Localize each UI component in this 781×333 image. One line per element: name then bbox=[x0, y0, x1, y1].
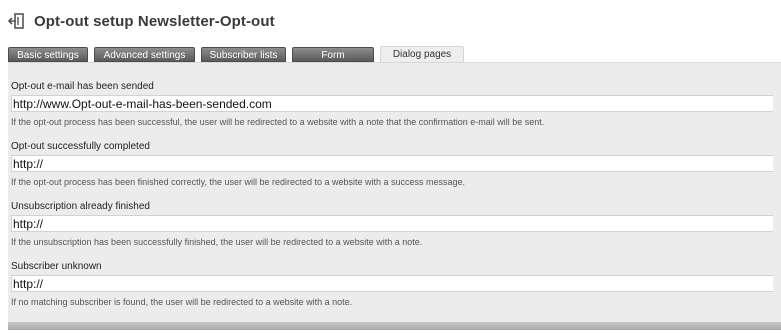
page-header: Opt-out setup Newsletter-Opt-out bbox=[7, 9, 275, 33]
subscriber-unknown-url-input[interactable] bbox=[11, 275, 773, 292]
unsubscription-finished-url-input[interactable] bbox=[11, 215, 773, 232]
field-optout-email-sended: Opt-out e-mail has been sended If the op… bbox=[11, 80, 773, 128]
tab-subscriber-lists[interactable]: Subscriber lists bbox=[201, 47, 286, 62]
optout-completed-url-input[interactable] bbox=[11, 155, 773, 172]
tab-bar: Basic settings Advanced settings Subscri… bbox=[8, 46, 470, 62]
page-title: Opt-out setup Newsletter-Opt-out bbox=[34, 12, 275, 30]
tab-dialog-pages[interactable]: Dialog pages bbox=[380, 46, 464, 62]
field-unsubscription-finished: Unsubscription already finished If the u… bbox=[11, 200, 773, 248]
field-label: Opt-out e-mail has been sended bbox=[11, 81, 154, 92]
tab-basic-settings[interactable]: Basic settings bbox=[8, 47, 88, 62]
field-hint: If no matching subscriber is found, the … bbox=[11, 296, 353, 307]
field-label: Subscriber unknown bbox=[11, 261, 102, 272]
field-hint: If the opt-out process has been finished… bbox=[11, 176, 466, 187]
tab-advanced-settings[interactable]: Advanced settings bbox=[94, 47, 195, 62]
field-label: Opt-out successfully completed bbox=[11, 141, 150, 152]
field-hint: If the unsubscription has been successfu… bbox=[11, 236, 423, 247]
panel-footer-bar bbox=[8, 322, 781, 330]
exit-door-icon bbox=[7, 12, 26, 30]
field-label: Unsubscription already finished bbox=[11, 201, 150, 212]
optout-email-sended-url-input[interactable] bbox=[11, 95, 773, 112]
tab-form[interactable]: Form bbox=[292, 47, 374, 62]
field-hint: If the opt-out process has been successf… bbox=[11, 116, 545, 127]
field-optout-completed: Opt-out successfully completed If the op… bbox=[11, 140, 773, 188]
field-subscriber-unknown: Subscriber unknown If no matching subscr… bbox=[11, 260, 773, 308]
